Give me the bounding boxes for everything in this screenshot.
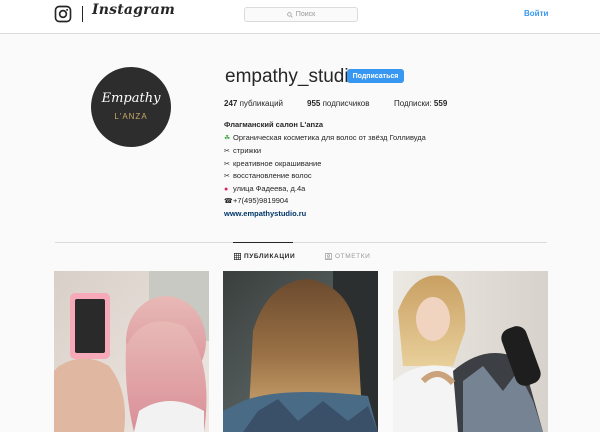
bio-line: ✂ креативное окрашивание (224, 159, 322, 168)
tab-label: ОТМЕТКИ (335, 253, 371, 260)
post-thumbnail[interactable] (393, 271, 548, 432)
instagram-logo-icon[interactable] (54, 5, 72, 23)
active-tab-indicator (233, 242, 293, 243)
bio-line: ☘ Органическая косметика для волос от звё… (224, 133, 426, 142)
following-label: Подписки: (394, 99, 432, 108)
photo-pink-hair (54, 271, 209, 432)
bio-line: ● улица Фадеева, д.4а (224, 184, 306, 193)
tab-label: ПУБЛИКАЦИИ (244, 253, 296, 260)
post-thumbnail[interactable] (223, 271, 378, 432)
website-link[interactable]: www.empathystudio.ru (224, 209, 306, 218)
tab-publications[interactable]: ПУБЛИКАЦИИ (234, 253, 295, 260)
bio-line: ☎+7(495)9819904 (224, 196, 289, 205)
pin-icon: ● (224, 186, 229, 193)
following-stat[interactable]: Подписки: 559 (394, 99, 447, 108)
logo-divider (82, 6, 83, 22)
following-count: 559 (433, 99, 448, 108)
scissors-icon: ✂ (224, 148, 230, 155)
top-navigation-bar: Instagram Поиск Войти (0, 0, 600, 34)
search-input[interactable]: Поиск (244, 7, 358, 22)
avatar-script-text: Empathy (101, 91, 161, 106)
phone-icon: ☎ (224, 198, 233, 205)
profile-username: empathy_studio (225, 66, 360, 87)
instagram-wordmark[interactable]: Instagram (92, 2, 175, 18)
scissors-icon: ✂ (224, 161, 230, 168)
scissors-icon: ✂ (224, 173, 230, 180)
tabs-divider (55, 242, 547, 243)
search-icon (287, 11, 293, 18)
photo-stylist-dryer (393, 271, 548, 432)
tag-icon (325, 253, 332, 260)
posts-label: публикаций (239, 99, 284, 108)
post-thumbnail[interactable] (54, 271, 209, 432)
clover-icon: ☘ (224, 135, 231, 142)
followers-stat[interactable]: 955 подписчиков (307, 99, 370, 108)
bio-line: ✂ восстановление волос (224, 171, 312, 180)
avatar-brand-text: L'ANZA (114, 112, 148, 121)
grid-icon (234, 253, 241, 260)
follow-button[interactable]: Подписаться (347, 69, 404, 83)
bio-line: ✂ стрижки (224, 146, 262, 155)
bio-title: Флагманский салон L'anza (224, 120, 323, 129)
followers-count: 955 (307, 99, 321, 108)
posts-stat: 247 публикаций (224, 99, 283, 108)
profile-avatar[interactable]: Empathy L'ANZA (91, 67, 171, 147)
search-placeholder: Поиск (295, 11, 316, 18)
followers-label: подписчиков (322, 99, 370, 108)
login-link[interactable]: Войти (524, 9, 548, 18)
tab-tagged[interactable]: ОТМЕТКИ (325, 253, 370, 260)
photo-brown-hair (223, 271, 378, 432)
posts-count: 247 (224, 99, 238, 108)
